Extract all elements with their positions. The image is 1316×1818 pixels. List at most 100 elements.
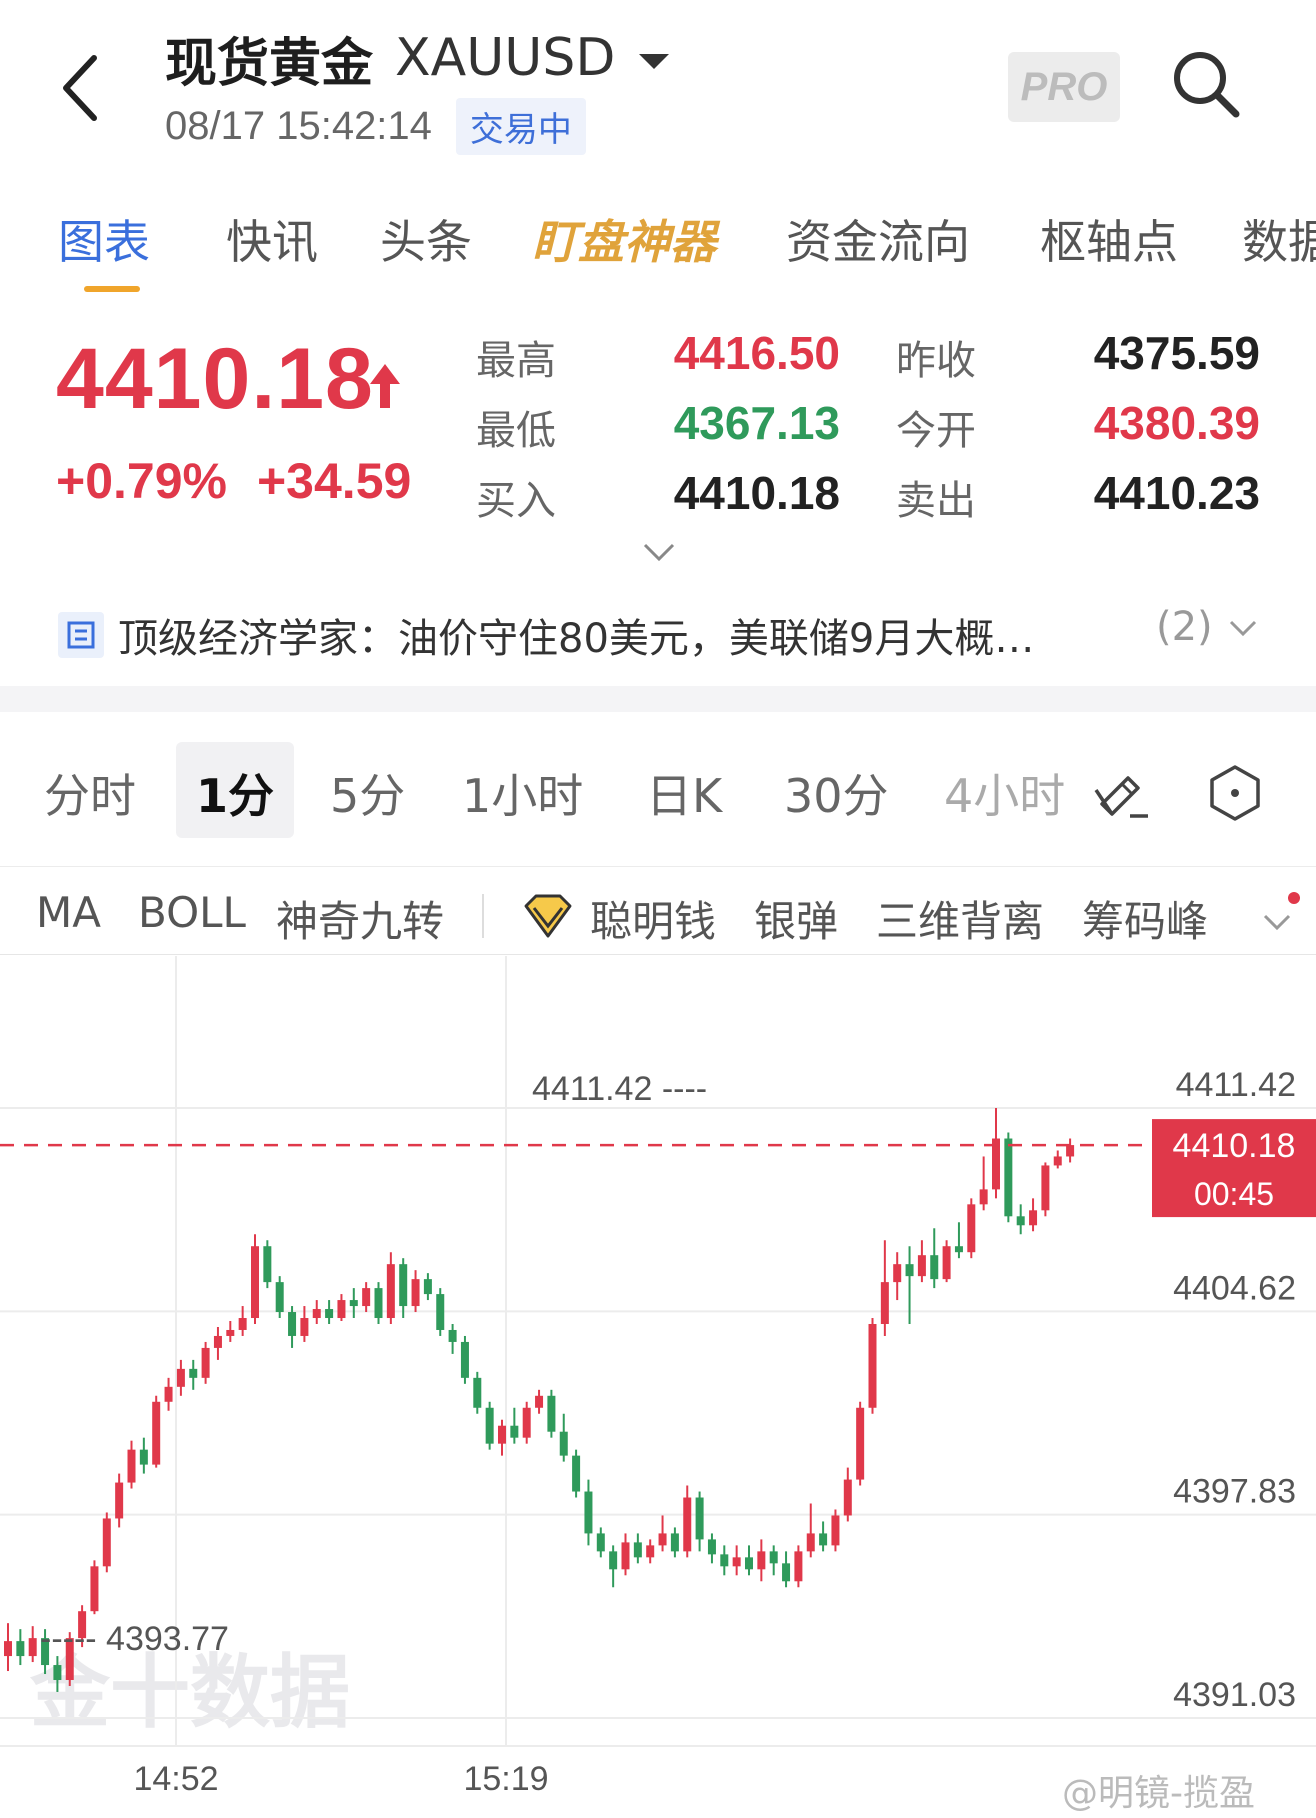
candle-body (102, 1518, 111, 1567)
stat-value-prev-close: 4375.59 (1093, 327, 1260, 379)
candle-body (757, 1551, 766, 1570)
candle-body (1029, 1210, 1038, 1226)
candle-body (362, 1288, 371, 1307)
candle-body (954, 1246, 963, 1253)
period-1hour[interactable]: 1小时 (462, 760, 583, 826)
period-30min[interactable]: 30分 (784, 760, 889, 826)
section-divider (0, 686, 1316, 712)
indicator-3d-divergence[interactable]: 三维背离 (876, 888, 1044, 949)
tab-fund-flow[interactable]: 资金流向 (786, 206, 970, 272)
stat-label-open: 今开 (896, 408, 976, 454)
period-daily[interactable]: 日K (646, 760, 722, 826)
change-absolute: +34.59 (256, 453, 412, 509)
candle-body (893, 1264, 902, 1283)
candle-body (189, 1368, 198, 1378)
quote-timestamp: 08/17 15:42:14 (165, 103, 432, 148)
search-icon[interactable] (1168, 46, 1244, 122)
period-5min[interactable]: 5分 (330, 760, 405, 826)
expand-chevron-icon[interactable] (642, 540, 676, 564)
candle-body (386, 1264, 395, 1319)
active-tab-indicator (84, 286, 140, 292)
price-change: +0.79% +34.59 (56, 452, 411, 510)
candle-body (868, 1323, 877, 1408)
x-tick-label: 15:19 (463, 1760, 548, 1798)
period-intraday[interactable]: 分时 (44, 760, 136, 826)
draw-tool-icon[interactable] (1090, 760, 1152, 822)
countdown-label: 00:45 (1194, 1176, 1274, 1212)
tab-pivot-points[interactable]: 枢轴点 (1040, 206, 1178, 272)
credit-text: @明镜-揽盈 (1062, 1773, 1255, 1814)
chart-top-border (0, 954, 1316, 955)
period-4hour[interactable]: 4小时 (944, 760, 1064, 826)
candle-body (917, 1255, 926, 1277)
last-price: 4410.18 (56, 331, 374, 427)
candle-body (152, 1401, 161, 1465)
change-percent: +0.79% (56, 453, 227, 509)
indicator-ma[interactable]: MA (36, 888, 101, 937)
news-ticker[interactable]: 顶级经济学家：油价守住80美元，美联储9月大概… (58, 600, 1258, 670)
period-1min[interactable]: 1分 (196, 760, 274, 826)
candle-body (732, 1557, 741, 1567)
candle-body (485, 1407, 494, 1444)
news-expand-icon[interactable] (1228, 618, 1258, 640)
candle-body (16, 1641, 25, 1657)
candle-body (473, 1377, 482, 1408)
candle-body (275, 1282, 284, 1313)
stat-label-prev-close: 昨收 (896, 338, 976, 384)
candle-body (979, 1189, 988, 1205)
pro-button[interactable]: PRO (1008, 52, 1120, 122)
stat-value-ask: 4410.23 (1093, 467, 1260, 519)
settings-hexagon-icon[interactable] (1204, 762, 1266, 824)
candlestick-chart[interactable]: 金十数据 4411.42 4404.62 4397.83 4391.03 14:52 15… (0, 956, 1316, 1818)
candle-body (164, 1386, 173, 1402)
notification-dot (1288, 892, 1300, 904)
candle-body (905, 1264, 914, 1277)
y-tick-label: 4391.03 (1173, 1676, 1296, 1714)
tab-headlines[interactable]: 头条 (380, 206, 472, 272)
stat-value-low: 4367.13 (673, 397, 840, 449)
stat-label-low: 最低 (476, 408, 556, 454)
y-tick-label: 4411.42 (1176, 1066, 1296, 1104)
candle-body (535, 1395, 544, 1408)
back-arrow-icon[interactable] (58, 52, 102, 124)
indicator-smart-money[interactable]: 聪明钱 (590, 888, 716, 949)
stat-label-ask: 卖出 (896, 478, 976, 524)
candle-body (596, 1533, 605, 1552)
candle-body (1041, 1165, 1050, 1211)
divider (0, 866, 1316, 867)
news-headline: 顶级经济学家：油价守住80美元，美联储9月大概… (118, 616, 1035, 662)
tab-flash-news[interactable]: 快讯 (226, 206, 318, 272)
tab-data[interactable]: 数据 (1242, 206, 1316, 272)
indicator-magic-nine[interactable]: 神奇九转 (276, 888, 444, 949)
stat-value-high: 4416.50 (673, 327, 840, 379)
candle-body (460, 1341, 469, 1378)
current-price-label: 4410.18 (1173, 1127, 1296, 1165)
candle-body (745, 1557, 753, 1570)
indicator-more-icon[interactable] (1262, 912, 1292, 934)
candle-body (436, 1294, 445, 1330)
candle-body (621, 1542, 630, 1570)
dropdown-caret-icon[interactable] (639, 53, 670, 69)
tab-chart[interactable]: 图表 (58, 206, 150, 272)
indicator-chip-peak[interactable]: 筹码峰 (1082, 888, 1208, 949)
stat-label-bid: 买入 (476, 478, 556, 524)
candle-body (139, 1449, 148, 1465)
stat-value-bid: 4410.18 (673, 467, 840, 519)
candle-body (115, 1482, 124, 1519)
tab-watch-tool[interactable]: 盯盘神器 (532, 206, 716, 272)
candle-body (90, 1566, 99, 1612)
candle-body (226, 1329, 235, 1336)
candle-body (263, 1246, 272, 1283)
indicator-boll[interactable]: BOLL (138, 888, 246, 937)
instrument-title[interactable]: 现货黄金 XAUUSD (165, 22, 670, 94)
trading-status-badge: 交易中 (455, 97, 586, 155)
candle-body (300, 1318, 309, 1336)
indicator-silver-bullet[interactable]: 银弹 (754, 888, 838, 949)
candle-body (670, 1533, 679, 1552)
candle-body (213, 1335, 222, 1348)
candle-body (1053, 1156, 1062, 1166)
candle-body (1004, 1138, 1013, 1217)
candle-body (880, 1282, 889, 1324)
low-marker-label: ----- 4393.77 (40, 1620, 229, 1658)
indicator-separator (482, 894, 484, 938)
